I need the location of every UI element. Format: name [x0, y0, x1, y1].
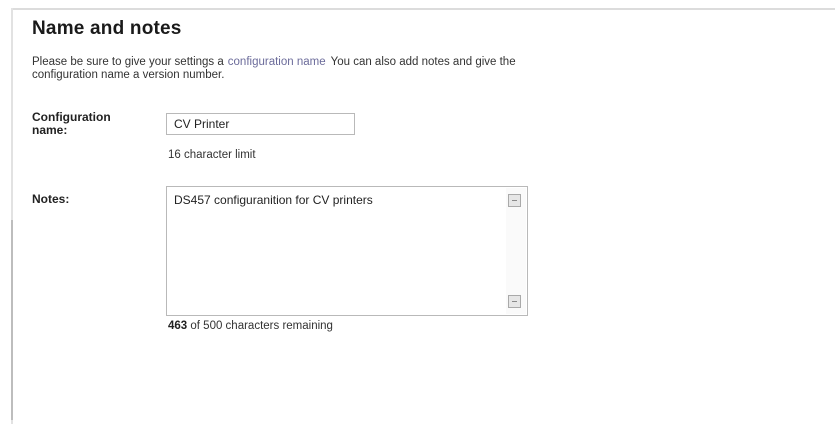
notes-textarea[interactable]: DS457 configuranition for CV printers [166, 186, 528, 316]
remaining-count: 463 [168, 320, 188, 332]
top-divider [12, 8, 835, 10]
characters-remaining: 463 of 500 characters remaining [168, 320, 333, 332]
notes-text: DS457 configuranition for CV printers [174, 193, 373, 207]
remaining-text: of 500 characters remaining [190, 320, 333, 332]
intro-text: Please be sure to give your settings a co… [32, 56, 552, 82]
configuration-name-input[interactable] [166, 113, 355, 135]
configuration-name-label: Configuration name: [32, 110, 111, 137]
left-divider-accent [11, 220, 13, 420]
intro-text-before: Please be sure to give your settings a [32, 56, 224, 68]
scroll-down-button[interactable] [508, 295, 521, 308]
character-limit-hint: 16 character limit [168, 149, 256, 161]
notes-scrollbar[interactable] [506, 188, 526, 314]
configuration-name-link[interactable]: configuration name [228, 56, 326, 68]
notes-label: Notes: [32, 192, 70, 206]
section-title: Name and notes [32, 18, 182, 39]
scroll-up-button[interactable] [508, 194, 521, 207]
